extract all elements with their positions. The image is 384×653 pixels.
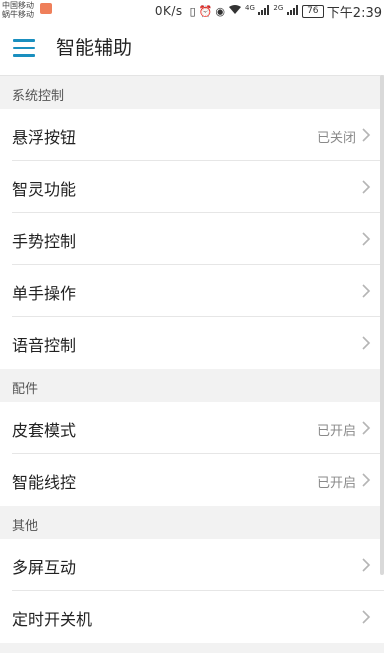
one-hand-mode-item[interactable]: 单手操作	[0, 265, 384, 317]
chevron-right-icon	[362, 336, 371, 350]
chevron-right-icon	[362, 128, 371, 142]
signal-2-label: 2G	[273, 4, 284, 13]
smart-spirit-item[interactable]: 智灵功能	[0, 161, 384, 213]
item-status: 已开启	[316, 476, 356, 491]
chevron-right-icon	[362, 232, 371, 246]
status-bar: 中国移动 蜗牛移动 0K/s ▯ ⏰ ◉ 4G 2G 76 下午2:39	[0, 0, 384, 22]
item-label: 语音控制	[12, 336, 77, 355]
alarm-icon: ⏰	[198, 4, 213, 18]
item-label: 定时开关机	[12, 610, 93, 629]
vibrate-icon: ▯	[189, 4, 196, 18]
notification-app-icon	[40, 3, 52, 14]
carrier-info: 中国移动 蜗牛移动	[2, 1, 54, 21]
gesture-control-item[interactable]: 手势控制	[0, 213, 384, 265]
section-header-accessories: 配件	[0, 369, 384, 402]
clock: 下午2:39	[326, 5, 382, 21]
chevron-right-icon	[362, 421, 371, 435]
voice-control-item[interactable]: 语音控制	[0, 317, 384, 369]
signal-icon-1: 4G	[245, 4, 270, 18]
app-bar: 智能辅助	[0, 22, 384, 76]
battery-icon: 76	[301, 4, 324, 18]
floating-button-item[interactable]: 悬浮按钮 已关闭	[0, 109, 384, 161]
wifi-icon	[228, 4, 242, 18]
signal-icon-2: 2G	[273, 4, 298, 18]
chevron-right-icon	[362, 610, 371, 624]
chevron-right-icon	[362, 473, 371, 487]
item-label: 皮套模式	[12, 421, 77, 440]
section-title: 其他	[12, 519, 39, 534]
section-header-other: 其他	[0, 506, 384, 539]
status-indicators: 0K/s ▯ ⏰ ◉ 4G 2G 76 下午2:39	[154, 2, 382, 21]
chevron-right-icon	[362, 558, 371, 572]
cover-mode-item[interactable]: 皮套模式 已开启	[0, 402, 384, 454]
menu-icon[interactable]	[13, 39, 35, 57]
smart-remote-wire-item[interactable]: 智能线控 已开启	[0, 454, 384, 506]
item-status: 已开启	[316, 424, 356, 439]
item-label: 手势控制	[12, 232, 77, 251]
network-speed: 0K/s	[154, 4, 183, 18]
item-label: 单手操作	[12, 284, 77, 303]
item-label: 智灵功能	[12, 180, 77, 199]
section-header-system-control: 系统控制	[0, 76, 384, 109]
item-label: 悬浮按钮	[12, 128, 77, 147]
scheduled-power-item[interactable]: 定时开关机	[0, 591, 384, 643]
chevron-right-icon	[362, 284, 371, 298]
section-title: 系统控制	[12, 89, 65, 104]
item-label: 智能线控	[12, 473, 77, 492]
item-status: 已关闭	[316, 131, 356, 146]
section-title: 配件	[12, 382, 39, 397]
item-label: 多屏互动	[12, 558, 77, 577]
chevron-right-icon	[362, 180, 371, 194]
scrollbar[interactable]	[380, 75, 384, 575]
page-title: 智能辅助	[56, 37, 133, 59]
signal-1-label: 4G	[245, 4, 255, 13]
multi-screen-item[interactable]: 多屏互动	[0, 539, 384, 591]
eye-comfort-icon: ◉	[215, 4, 226, 18]
